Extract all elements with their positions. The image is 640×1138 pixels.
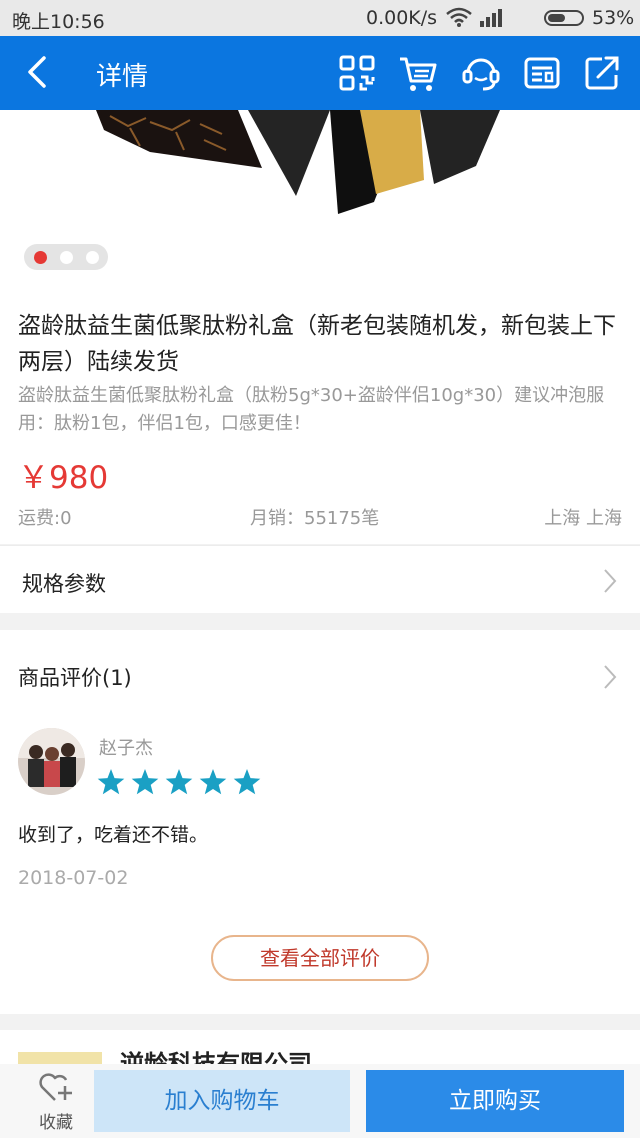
share-icon[interactable] [582, 53, 622, 93]
spec-params-row[interactable]: 规格参数 [0, 545, 640, 613]
product-description: 盗龄肽益生菌低聚肽粉礼盒（肽粉5g*30+盗龄伴侣10g*30）建议冲泡服用：肽… [18, 385, 605, 434]
ship-from-location: 上海 上海 [544, 508, 622, 529]
product-gallery[interactable] [0, 110, 640, 286]
product-price: ￥980 [18, 460, 109, 496]
star-icon [97, 769, 125, 795]
header-bar: 详情 [0, 36, 640, 110]
buy-now-button[interactable]: 立即购买 [366, 1070, 624, 1132]
gallery-dot[interactable] [60, 251, 73, 264]
review-date: 2018-07-02 [18, 867, 129, 889]
signal-icon [480, 9, 502, 27]
chevron-right-icon[interactable] [600, 664, 620, 690]
star-icon [233, 769, 261, 795]
card-icon[interactable] [522, 53, 562, 93]
gallery-dot[interactable] [34, 251, 47, 264]
bottom-action-bar: 收藏 加入购物车 立即购买 [0, 1064, 640, 1138]
qr-code-icon[interactable] [337, 53, 377, 93]
monthly-sales: 月销：55175笔 [250, 508, 380, 529]
spec-params-label: 规格参数 [22, 572, 106, 596]
star-icon [199, 769, 227, 795]
battery-percent: 53% [592, 7, 635, 29]
add-to-cart-button[interactable]: 加入购物车 [94, 1070, 350, 1132]
page-title: 详情 [96, 62, 149, 92]
reviews-header[interactable]: 商品评价(1) [18, 662, 132, 692]
wifi-icon [446, 7, 472, 27]
star-rating [97, 769, 261, 795]
status-bar: 晚上10:56 0.00K/s 53% [0, 0, 640, 36]
reviewer-name: 赵子杰 [99, 738, 153, 759]
battery-icon [544, 10, 584, 26]
reviewer-avatar [18, 728, 85, 795]
view-all-reviews-button[interactable]: 查看全部评价 [211, 935, 429, 981]
cart-icon[interactable] [398, 53, 438, 93]
customer-service-icon[interactable] [461, 53, 501, 93]
status-time: 晚上10:56 [12, 11, 105, 33]
favorite-label: 收藏 [39, 1113, 73, 1133]
favorite-button[interactable]: 收藏 [18, 1070, 94, 1134]
product-info: 盗龄肽益生菌低聚肽粉礼盒（新老包装随机发，新包装上下两层）陆续发货 盗龄肽益生菌… [0, 286, 640, 544]
gallery-dot[interactable] [86, 251, 99, 264]
gallery-pagination [24, 244, 108, 270]
reviews-section: 商品评价(1) 赵子杰 收到了，吃着还不错。 2018-07-02 查看全部评价 [0, 630, 640, 1014]
chevron-right-icon [604, 569, 617, 593]
shipping-fee: 运费:0 [18, 508, 72, 529]
heart-plus-icon [39, 1073, 72, 1101]
review-comment: 收到了，吃着还不错。 [18, 824, 209, 846]
network-speed: 0.00K/s [366, 7, 438, 29]
star-icon [165, 769, 193, 795]
product-name: 盗龄肽益生菌低聚肽粉礼盒（新老包装随机发，新包装上下两层）陆续发货 [18, 313, 616, 375]
star-icon [131, 769, 159, 795]
back-icon[interactable] [18, 52, 58, 92]
